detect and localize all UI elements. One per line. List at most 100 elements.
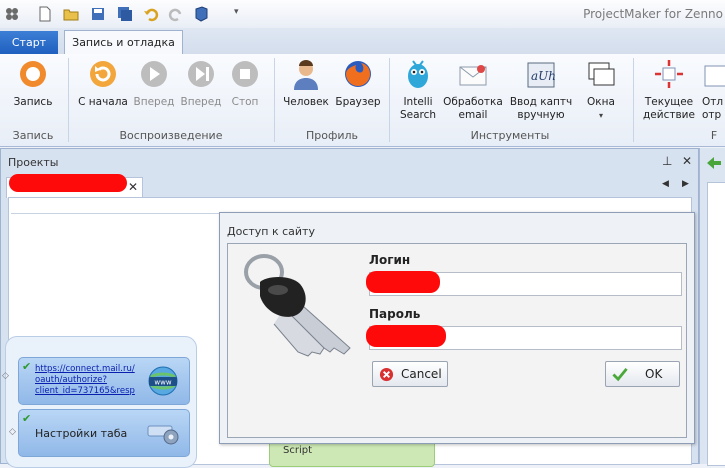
current-action-label-1: Текущее	[644, 96, 694, 108]
restart-button[interactable]: С начала	[76, 58, 130, 109]
login-label: Логин	[369, 253, 411, 267]
stop-icon	[229, 58, 261, 92]
redacted-project-name	[9, 174, 127, 192]
tab-settings-node[interactable]: ✔ Настройки таба	[18, 409, 190, 457]
ribbon-separator	[68, 58, 69, 142]
save-all-icon[interactable]	[117, 6, 133, 22]
title-bar: ▾ ProjectMaker for Zenno	[0, 0, 725, 28]
cube-icon[interactable]	[193, 6, 209, 22]
node-url-line-2: oauth/authorize?	[35, 375, 107, 385]
windows-button[interactable]: Окна ▾	[580, 58, 622, 122]
windows-label: Окна	[587, 96, 615, 108]
human-button[interactable]: Человек	[282, 58, 330, 109]
close-tab-icon[interactable]: ✕	[128, 180, 138, 194]
envelope-icon	[457, 58, 489, 92]
dialog-title: Доступ к сайту	[227, 225, 315, 238]
group-tools-label: Инструменты	[470, 129, 550, 142]
captcha-icon: aUh	[525, 58, 557, 92]
person-icon	[290, 58, 322, 92]
new-file-icon[interactable]	[37, 6, 53, 22]
svg-text:www: www	[154, 379, 171, 387]
ribbon-separator	[274, 58, 275, 142]
group-record-label: Запись	[12, 129, 54, 142]
scroll-left-icon[interactable]: ◀	[662, 179, 669, 189]
pin-icon[interactable]: ⊥	[662, 154, 672, 168]
redo-icon[interactable]	[168, 6, 184, 22]
undo-icon[interactable]	[143, 6, 159, 22]
site-access-dialog: Доступ к сайту Логин Пароль Cancel OK	[219, 212, 695, 444]
step-forward-label: Вперед	[133, 96, 175, 108]
node-url[interactable]: https://connect.mail.ru/ oauth/authorize…	[35, 364, 139, 397]
project-document-tab[interactable]: ✕	[6, 174, 143, 198]
tab-start[interactable]: Старт	[0, 31, 58, 54]
debug-icon	[702, 58, 725, 92]
cancel-button[interactable]: Cancel	[372, 361, 448, 387]
email-label-1: Обработка	[443, 96, 503, 108]
ok-button[interactable]: OK	[605, 361, 680, 387]
stop-label: Стоп	[231, 96, 259, 108]
debug-label-2: отр	[702, 109, 722, 121]
restart-label: С начала	[78, 96, 128, 108]
intelli-search-button[interactable]: Intelli Search	[396, 58, 440, 122]
close-panel-icon[interactable]: ✕	[682, 154, 692, 168]
password-field[interactable]	[366, 325, 682, 350]
qat-dropdown-icon[interactable]: ▾	[234, 7, 250, 23]
check-icon: ✔	[22, 360, 32, 373]
tab-settings-label: Настройки таба	[35, 427, 128, 440]
current-action-button[interactable]: Текущее действие	[641, 58, 697, 122]
firefox-icon	[342, 58, 374, 92]
www-globe-icon: www	[148, 366, 178, 396]
tab-gear-icon	[147, 425, 179, 445]
flow-group[interactable]: ✔ https://connect.mail.ru/ oauth/authori…	[5, 336, 197, 468]
login-field[interactable]	[366, 271, 682, 296]
human-label: Человек	[283, 96, 329, 108]
connector-dot-icon: ◇	[2, 371, 9, 381]
tab-record-debug[interactable]: Запись и отладка	[64, 30, 183, 55]
debug-label-1: Отл	[702, 96, 724, 108]
redacted-password	[366, 325, 446, 347]
redacted-login	[366, 271, 440, 293]
navigate-url-node[interactable]: ✔ https://connect.mail.ru/ oauth/authori…	[18, 357, 190, 405]
app-logo-icon[interactable]	[4, 6, 20, 22]
record-button[interactable]: Запись	[8, 58, 58, 109]
stop-button[interactable]: Стоп	[226, 58, 264, 109]
ribbon: Запись Запись С начала Вперед Вперед Сто…	[0, 54, 725, 147]
current-action-label-2: действие	[643, 109, 695, 121]
ok-label: OK	[645, 367, 663, 381]
open-folder-icon[interactable]	[63, 6, 79, 22]
svg-text:aUh: aUh	[531, 69, 556, 83]
cancel-icon	[379, 367, 394, 382]
play-icon	[138, 58, 170, 92]
debug-result-button[interactable]: Отл отр	[702, 58, 725, 122]
group-playback-label: Воспроизведение	[119, 129, 223, 142]
browser-button[interactable]: Браузер	[334, 58, 382, 109]
ribbon-separator	[633, 58, 634, 142]
play-step-icon	[185, 58, 217, 92]
check-icon	[612, 367, 628, 382]
check-icon: ✔	[22, 412, 32, 425]
captcha-label-2: вручную	[517, 109, 565, 121]
group-profile-label: Профиль	[305, 129, 359, 142]
intelli-label-2: Search	[399, 109, 437, 121]
group-cut-label: F	[710, 129, 718, 142]
script-node-label: Script	[283, 445, 313, 456]
save-icon[interactable]	[90, 6, 106, 22]
dialog-body: Логин Пароль Cancel OK	[227, 243, 687, 438]
windows-icon	[585, 58, 617, 92]
scroll-right-icon[interactable]: ▶	[682, 179, 689, 189]
connector-dot-icon: ◇	[9, 427, 16, 437]
node-url-line-1: https://connect.mail.ru/	[35, 364, 135, 374]
keys-icon	[244, 254, 351, 357]
record-icon	[17, 58, 49, 92]
email-processing-button[interactable]: Обработка email	[442, 58, 504, 122]
back-arrow-icon[interactable]	[706, 156, 722, 170]
step-forward-button[interactable]: Вперед	[132, 58, 176, 109]
run-forward-label: Вперед	[180, 96, 222, 108]
email-label-2: email	[458, 109, 488, 121]
ribbon-separator	[389, 58, 390, 142]
manual-captcha-button[interactable]: aUh Ввод каптч вручную	[506, 58, 576, 122]
password-label: Пароль	[369, 307, 421, 321]
run-forward-button[interactable]: Вперед	[178, 58, 224, 109]
browser-label: Браузер	[335, 96, 381, 108]
captcha-label-1: Ввод каптч	[509, 96, 573, 108]
